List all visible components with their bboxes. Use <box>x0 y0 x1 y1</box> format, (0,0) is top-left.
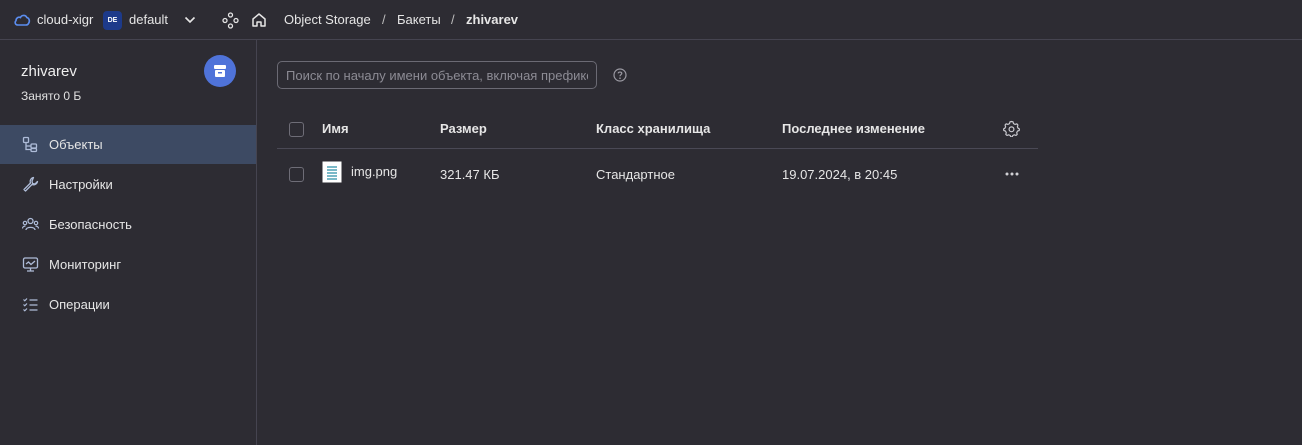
column-header-modified[interactable]: Последнее изменение <box>782 121 925 136</box>
breadcrumb-current: zhivarev <box>466 12 519 27</box>
folder-badge[interactable]: DE <box>103 11 122 30</box>
sidebar-item-label: Безопасность <box>49 217 132 232</box>
gear-icon[interactable] <box>1003 120 1020 137</box>
bucket-icon <box>204 55 236 87</box>
cloud-icon[interactable] <box>13 12 31 28</box>
sidebar-item-objects[interactable]: Объекты <box>0 125 256 164</box>
row-checkbox[interactable] <box>289 167 304 182</box>
wrench-icon <box>23 176 39 192</box>
bucket-title: zhivarev <box>21 63 77 80</box>
users-icon <box>22 217 39 231</box>
file-modified: 19.07.2024, в 20:45 <box>782 167 898 182</box>
column-header-name[interactable]: Имя <box>322 121 349 136</box>
services-icon[interactable] <box>222 12 239 29</box>
folder-name[interactable]: default <box>129 12 168 27</box>
monitor-icon <box>22 257 39 272</box>
column-header-size[interactable]: Размер <box>440 121 487 136</box>
sidebar-item-label: Операции <box>49 297 110 312</box>
sidebar-item-label: Объекты <box>49 137 103 152</box>
breadcrumb-separator: / <box>451 12 455 27</box>
breadcrumb-separator: / <box>382 12 386 27</box>
file-name-link[interactable]: img.png <box>351 164 397 179</box>
used-space: Занято 0 Б <box>21 89 82 103</box>
table-header-divider <box>277 148 1038 149</box>
search-input[interactable] <box>277 61 597 89</box>
sidebar-item-settings[interactable]: Настройки <box>0 165 256 204</box>
sidebar-item-label: Мониторинг <box>49 257 122 272</box>
sidebar-item-label: Настройки <box>49 177 113 192</box>
objects-icon <box>22 136 38 153</box>
sidebar-item-monitoring[interactable]: Мониторинг <box>0 245 256 284</box>
breadcrumb-buckets[interactable]: Бакеты <box>397 12 441 27</box>
help-icon[interactable] <box>613 68 627 82</box>
column-header-storage-class[interactable]: Класс хранилища <box>596 121 710 136</box>
file-storage-class: Стандартное <box>596 167 675 182</box>
more-actions-icon[interactable] <box>1002 166 1022 182</box>
chevron-down-icon[interactable] <box>184 14 196 26</box>
list-icon <box>23 298 38 312</box>
cloud-name[interactable]: cloud-xigr <box>37 12 93 27</box>
file-size: 321.47 КБ <box>440 167 500 182</box>
sidebar-item-security[interactable]: Безопасность <box>0 205 256 244</box>
select-all-checkbox[interactable] <box>289 122 304 137</box>
sidebar-item-operations[interactable]: Операции <box>0 285 256 324</box>
sidebar: zhivarev Занято 0 Б Объекты Настройки Бе… <box>0 40 257 445</box>
breadcrumb-object-storage[interactable]: Object Storage <box>284 12 371 27</box>
top-bar: cloud-xigr DE default Object Storage / Б… <box>0 0 1302 40</box>
home-icon[interactable] <box>251 12 267 28</box>
file-icon <box>322 161 342 183</box>
